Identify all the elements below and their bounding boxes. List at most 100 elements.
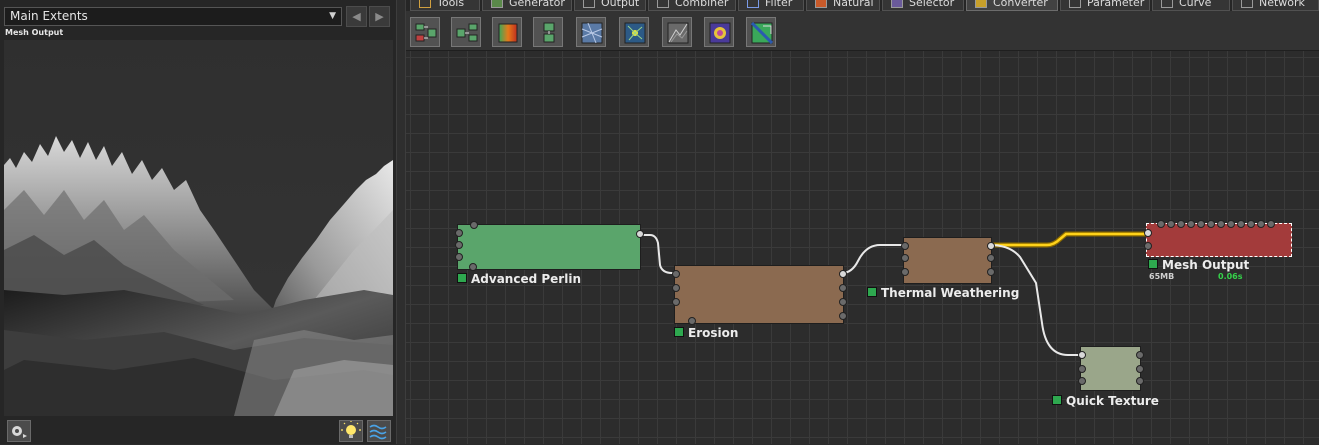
previous-button[interactable]: ◀ [346,6,367,27]
node-mesh-output[interactable] [1144,220,1292,257]
param-port[interactable] [1237,220,1245,228]
param-port[interactable] [1267,220,1275,228]
chain-nodes-button[interactable] [533,17,563,47]
color-map-icon [709,22,731,44]
water-toggle-button[interactable] [367,420,391,442]
input-port[interactable] [1078,365,1086,373]
param-port[interactable] [1167,220,1175,228]
tab-output[interactable]: Output [574,0,646,11]
wire-perlin-to-erosion[interactable] [640,234,676,274]
gear-icon [12,426,27,438]
data-map-icon [751,22,773,44]
parameter-icon [1069,0,1081,8]
converter-icon [975,0,987,8]
input-port[interactable] [672,298,680,306]
input-port[interactable] [672,284,680,292]
node-graph-canvas[interactable]: Advanced Perlin Erosion Thermal Weatheri… [406,51,1319,444]
rock-texture-button[interactable] [662,17,692,47]
status-square [1052,395,1062,405]
input-port[interactable] [901,254,909,262]
texture-converter-button[interactable] [576,17,606,47]
input-port[interactable] [1144,242,1152,250]
color-gradient-button[interactable] [492,17,522,47]
tab-converter[interactable]: Converter [966,0,1058,11]
3d-preview-viewport[interactable] [4,40,393,416]
output-port[interactable] [636,230,644,238]
output-port[interactable] [839,312,847,320]
node-advanced-perlin[interactable] [455,221,644,271]
tools-icon [419,0,431,8]
param-port[interactable] [1247,220,1255,228]
texture-grid-icon [581,22,603,44]
tab-combiner[interactable]: Combiner [648,0,736,11]
param-port[interactable] [1207,220,1215,228]
input-port[interactable] [1078,377,1086,385]
wire-thermal-to-quick-texture[interactable] [989,244,1082,356]
output-port[interactable] [839,298,847,306]
category-tab-bar: Tools Generator Output Combiner Filter N… [406,0,1319,11]
device-toolbar [406,11,1319,51]
param-port[interactable] [1197,220,1205,228]
tab-generator[interactable]: Generator [482,0,572,11]
data-map-button[interactable] [746,17,776,47]
param-port[interactable] [1187,220,1195,228]
param-port[interactable] [1157,220,1165,228]
mask-port[interactable] [470,221,478,229]
output-port[interactable] [839,284,847,292]
status-square [867,287,877,297]
param-port[interactable] [1227,220,1235,228]
param-port[interactable] [1257,220,1265,228]
tab-filter[interactable]: Filter [738,0,804,11]
output-port[interactable] [1136,365,1144,373]
natural-icon [815,0,827,8]
chevron-down-icon: ▼ [329,11,336,21]
scatter-points-button[interactable] [619,17,649,47]
output-port[interactable] [1136,377,1144,385]
split-data-button[interactable] [410,17,440,47]
color-map-button[interactable] [704,17,734,47]
memory-usage: 65MB [1149,272,1175,281]
mask-port[interactable] [469,263,477,271]
panel-splitter[interactable] [396,0,406,444]
input-port[interactable] [901,242,909,250]
preview-title: Mesh Output [5,28,64,37]
tab-tools[interactable]: Tools [410,0,480,11]
input-port[interactable] [455,253,463,261]
output-icon [583,0,595,8]
next-button[interactable]: ▶ [369,6,390,27]
tab-parameter[interactable]: Parameter [1060,0,1150,11]
input-port[interactable] [1078,351,1086,359]
output-port[interactable] [1136,351,1144,359]
input-port[interactable] [455,229,463,237]
node-erosion[interactable] [672,265,847,325]
node-quick-texture[interactable] [1078,346,1144,391]
render-settings-button[interactable] [7,420,31,442]
gradient-icon [498,23,518,43]
output-port[interactable] [987,268,995,276]
input-port[interactable] [672,270,680,278]
combine-data-button[interactable] [451,17,481,47]
tab-network[interactable]: Network [1232,0,1319,11]
output-port[interactable] [839,270,847,278]
output-port[interactable] [987,254,995,262]
build-time: 0.06s [1218,272,1243,281]
mask-port[interactable] [688,317,696,325]
param-port[interactable] [1177,220,1185,228]
param-port[interactable] [1217,220,1225,228]
preview-toolbar [0,416,396,444]
input-port[interactable] [1144,229,1152,237]
tab-selector[interactable]: Selector [882,0,964,11]
node-thermal-weathering[interactable] [901,237,995,284]
input-port[interactable] [901,268,909,276]
selector-icon [891,0,903,8]
input-port[interactable] [455,241,463,249]
wire-erosion-to-thermal[interactable] [841,244,905,274]
output-port[interactable] [987,242,995,250]
chain-icon [543,22,555,43]
rock-icon [667,22,689,44]
node-label-thermal-weathering: Thermal Weathering [867,286,1019,300]
lighting-toggle-button[interactable] [339,420,363,442]
extents-dropdown[interactable]: Main Extents ▼ [4,7,342,26]
tab-natural[interactable]: Natural [806,0,880,11]
tab-curve[interactable]: Curve [1152,0,1230,11]
